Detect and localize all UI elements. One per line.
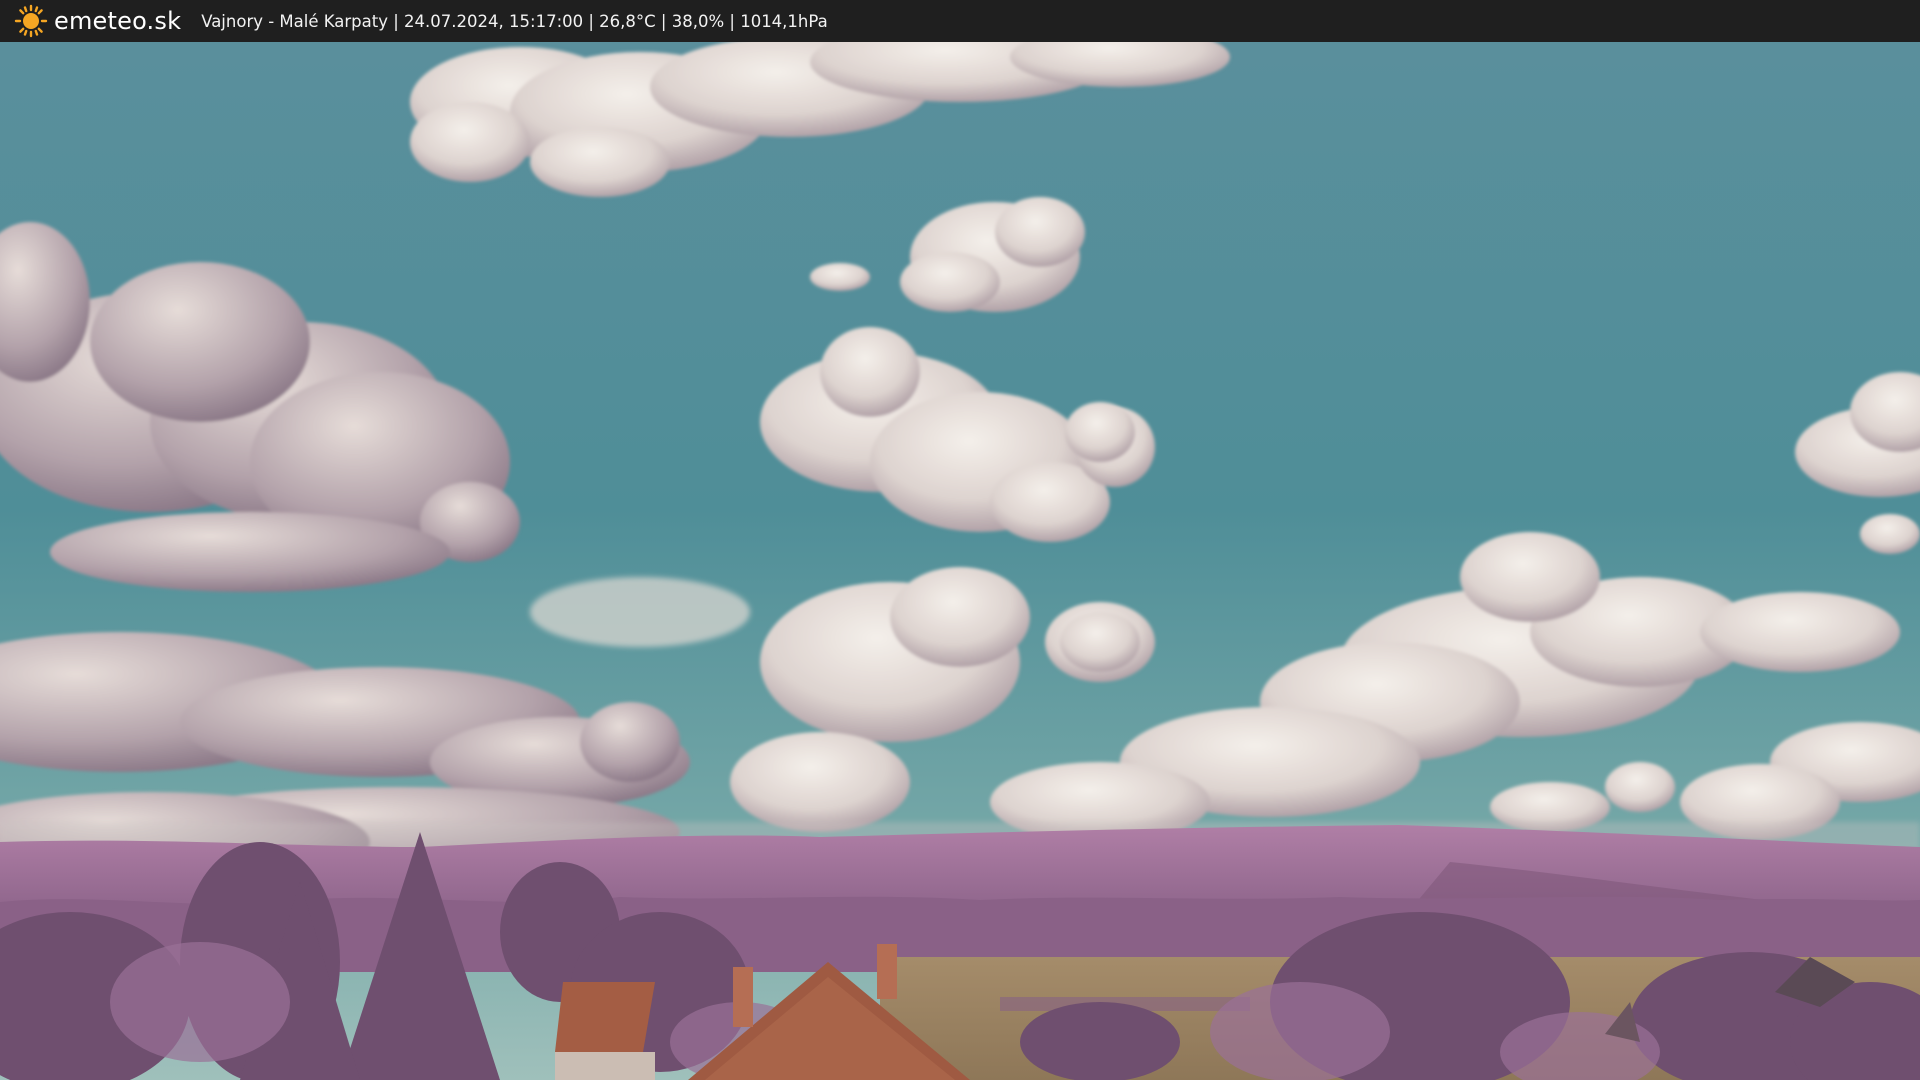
webcam-caption: Vajnory - Malé Karpaty | 24.07.2024, 15:… [201,11,828,31]
top-bar: emeteo.sk Vajnory - Malé Karpaty | 24.07… [0,0,1920,42]
webcam-image [0,42,1920,1080]
landscape-photo [0,42,1920,1080]
brand-name: emeteo.sk [54,7,182,35]
sun-icon [14,4,48,38]
